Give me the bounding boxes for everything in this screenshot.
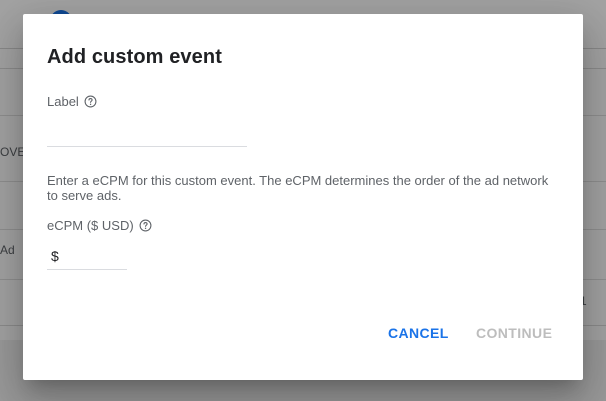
ecpm-field-label-row: eCPM ($ USD)	[47, 218, 152, 233]
help-circle-icon[interactable]	[84, 95, 97, 108]
help-circle-icon[interactable]	[139, 219, 152, 232]
ecpm-input[interactable]	[58, 248, 123, 264]
currency-symbol: $	[51, 248, 59, 264]
label-field-label-row: Label	[47, 94, 97, 109]
label-field-label: Label	[47, 94, 79, 109]
add-custom-event-dialog: Add custom event Label Enter a eCPM for …	[23, 14, 583, 380]
ecpm-field-label: eCPM ($ USD)	[47, 218, 134, 233]
label-input[interactable]	[47, 120, 247, 147]
ecpm-description: Enter a eCPM for this custom event. The …	[47, 173, 549, 203]
ecpm-field[interactable]: $	[47, 243, 127, 270]
dialog-title: Add custom event	[47, 46, 222, 68]
cancel-button[interactable]: CANCEL	[388, 325, 449, 341]
continue-button[interactable]: CONTINUE	[476, 325, 552, 341]
